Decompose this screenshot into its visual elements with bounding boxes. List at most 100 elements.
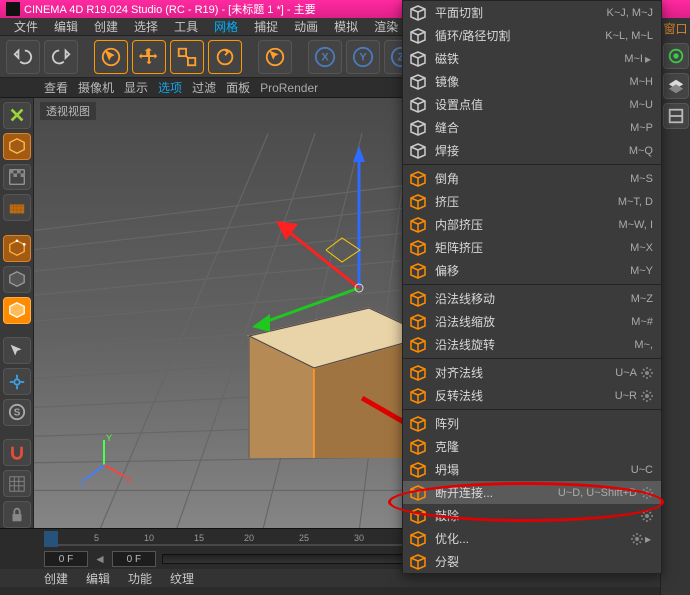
ctx-label: 阵列 [435, 415, 653, 432]
btab-tex[interactable]: 纹理 [170, 570, 194, 587]
axis-x-button[interactable]: X [308, 40, 342, 74]
submenu-options[interactable]: 选项 [158, 79, 182, 96]
ctx-item-point[interactable]: 设置点值M~U [403, 93, 661, 116]
points-mode-button[interactable] [3, 235, 31, 262]
ctx-item-split[interactable]: 分裂 [403, 550, 661, 573]
app-title: CINEMA 4D R19.024 Studio (RC - R19) - [未… [24, 1, 316, 17]
ctx-item-stitch[interactable]: 缝合M~P [403, 116, 661, 139]
ctx-item-nrot[interactable]: 沿法线旋转M~, [403, 333, 661, 356]
inner-icon [409, 216, 427, 234]
submenu-filter[interactable]: 过滤 [192, 79, 216, 96]
menu-file[interactable]: 文件 [6, 16, 46, 37]
menu-anim[interactable]: 动画 [286, 16, 326, 37]
menu-tools[interactable]: 工具 [166, 16, 206, 37]
ctx-item-magnet[interactable]: 磁铁M~I▸ [403, 47, 661, 70]
svg-text:10: 10 [144, 533, 154, 543]
ctx-shortcut: M~U [629, 99, 653, 111]
ctx-item-extrude[interactable]: 挤压M~T, D [403, 190, 661, 213]
texture-mode-button[interactable] [3, 164, 31, 191]
axis-button[interactable] [3, 368, 31, 395]
menu-edit[interactable]: 编辑 [46, 16, 86, 37]
submenu-camera[interactable]: 摄像机 [78, 79, 114, 96]
ctx-label: 设置点值 [435, 96, 629, 113]
context-menu[interactable]: 平面切割K~J, M~J循环/路径切割K~L, M~L磁铁M~I▸镜像M~H设置… [402, 0, 662, 574]
btab-edit[interactable]: 编辑 [86, 570, 110, 587]
play-back-icon[interactable]: ◄ [94, 552, 106, 566]
ctx-item-matrix[interactable]: 矩阵挤压M~X [403, 236, 661, 259]
ctx-item-opt[interactable]: 优化...▸ [403, 527, 661, 550]
ctx-shortcut: M~, [634, 339, 653, 351]
menu-sim[interactable]: 模拟 [326, 16, 366, 37]
submenu-prorender[interactable]: ProRender [260, 81, 318, 95]
ctx-item-cut[interactable]: 平面切割K~J, M~J [403, 1, 661, 24]
ctx-item-weld[interactable]: 焊接M~Q [403, 139, 661, 162]
right-palette: 窗口 [660, 18, 690, 595]
ctx-item-bevel[interactable]: 倒角M~S [403, 167, 661, 190]
tweak-button[interactable] [3, 337, 31, 364]
right-label: 窗口 [663, 20, 687, 37]
left-toolstrip-modes: S [0, 98, 34, 528]
editable-mode-button[interactable] [3, 102, 31, 129]
btab-func[interactable]: 功能 [128, 570, 152, 587]
btab-create[interactable]: 创建 [44, 570, 68, 587]
align-icon [409, 364, 427, 382]
lock-button[interactable] [3, 501, 31, 528]
axis-y-button[interactable]: Y [346, 40, 380, 74]
layers-button[interactable] [663, 73, 689, 99]
axis-nav-icon[interactable]: Y X Z [84, 435, 134, 488]
frame-start-input[interactable] [44, 551, 88, 567]
submenu-view[interactable]: 查看 [44, 79, 68, 96]
ctx-item-clone[interactable]: 克隆 [403, 435, 661, 458]
menu-select[interactable]: 选择 [126, 16, 166, 37]
ctx-item-align[interactable]: 对齐法线U~A [403, 361, 661, 384]
ctx-shortcut: U~C [631, 464, 653, 476]
move-button[interactable] [132, 40, 166, 74]
content-browser-button[interactable] [663, 43, 689, 69]
loop-icon [409, 27, 427, 45]
offset-icon [409, 262, 427, 280]
recent-tool-button[interactable] [258, 40, 292, 74]
gear-icon [641, 390, 653, 402]
magnet-snap-button[interactable] [3, 439, 31, 466]
ctx-item-collapse[interactable]: 坍塌U~C [403, 458, 661, 481]
ctx-shortcut: M~# [631, 316, 653, 328]
frame-current-input[interactable] [112, 551, 156, 567]
svg-text:Y: Y [359, 51, 367, 63]
ctx-shortcut: M~I [624, 53, 643, 65]
menu-snap[interactable]: 捕捉 [246, 16, 286, 37]
menu-create[interactable]: 创建 [86, 16, 126, 37]
ctx-label: 镜像 [435, 73, 629, 90]
ctx-item-mirror[interactable]: 镜像M~H [403, 70, 661, 93]
struct-button[interactable] [663, 103, 689, 129]
ctx-shortcut: M~T, D [618, 196, 653, 208]
menu-render[interactable]: 渲染 [366, 16, 406, 37]
bevel-icon [409, 170, 427, 188]
ctx-item-del[interactable]: 敲除 [403, 504, 661, 527]
ctx-item-array[interactable]: 阵列 [403, 412, 661, 435]
workplane-mode-button[interactable] [3, 194, 31, 221]
ctx-label: 内部挤压 [435, 216, 618, 233]
ctx-item-nmove[interactable]: 沿法线移动M~Z [403, 287, 661, 310]
ctx-item-rev[interactable]: 反转法线U~R [403, 384, 661, 407]
rotate-button[interactable] [208, 40, 242, 74]
svg-text:X: X [126, 475, 132, 485]
submenu-disp[interactable]: 显示 [124, 79, 148, 96]
select-live-button[interactable] [94, 40, 128, 74]
ctx-item-offset[interactable]: 偏移M~Y [403, 259, 661, 282]
undo-button[interactable] [6, 40, 40, 74]
polygons-mode-button[interactable] [3, 297, 31, 324]
model-mode-button[interactable] [3, 133, 31, 160]
redo-button[interactable] [44, 40, 78, 74]
workplane-grid-button[interactable] [3, 470, 31, 497]
edges-mode-button[interactable] [3, 266, 31, 293]
ctx-item-loop[interactable]: 循环/路径切割K~L, M~L [403, 24, 661, 47]
ctx-label: 沿法线移动 [435, 290, 631, 307]
snap-button[interactable]: S [3, 399, 31, 426]
ctx-item-nscale[interactable]: 沿法线缩放M~# [403, 310, 661, 333]
ctx-item-disc[interactable]: 断开连接...U~D, U~Shift+D [403, 481, 661, 504]
menu-mesh[interactable]: 网格 [206, 16, 246, 37]
ctx-item-inner[interactable]: 内部挤压M~W, I [403, 213, 661, 236]
submenu-panel[interactable]: 面板 [226, 79, 250, 96]
scale-button[interactable] [170, 40, 204, 74]
disc-icon [409, 484, 427, 502]
